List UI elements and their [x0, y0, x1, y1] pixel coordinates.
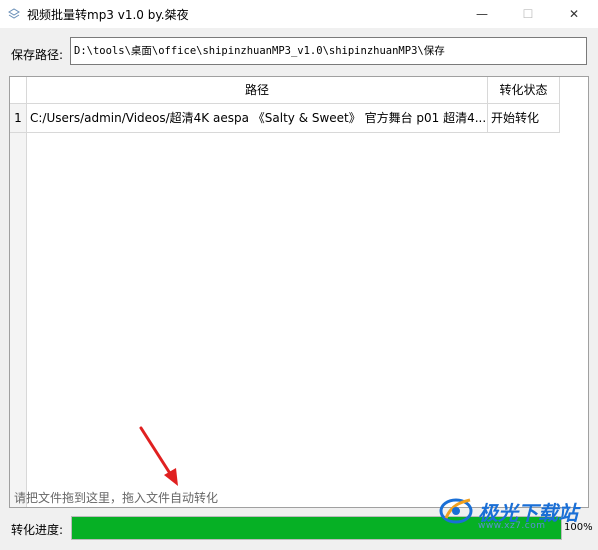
- watermark-logo-icon: [439, 498, 473, 524]
- watermark-url: www.xz7.com: [478, 521, 546, 531]
- annotation-arrow-icon: [139, 426, 178, 486]
- progress-label: 转化进度:: [11, 523, 64, 537]
